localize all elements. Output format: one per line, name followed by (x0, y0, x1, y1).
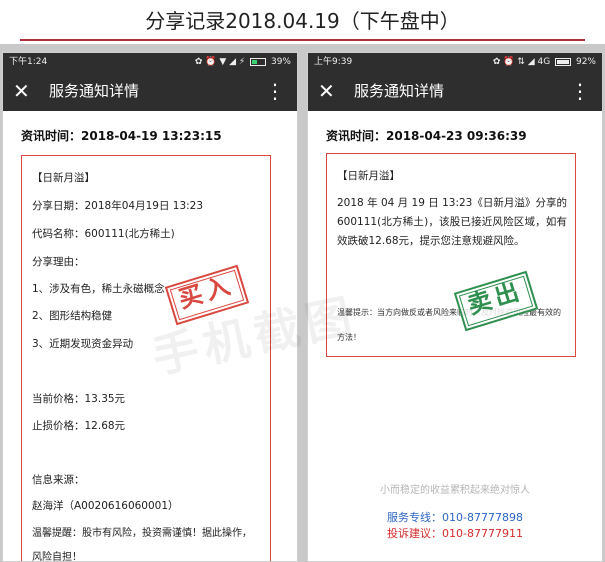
app-toolbar: ✕ 服务通知详情 ⋮ (308, 71, 602, 111)
info-time: 资讯时间：2018-04-19 13:23:15 (21, 129, 222, 143)
status-icons: ✿ ⏰ ▼ ◢ ⚡ 39% (195, 53, 291, 71)
battery-percent: 39% (270, 57, 291, 67)
info-time: 资讯时间：2018-04-23 09:36:39 (326, 129, 527, 143)
source-label: 信息来源： (32, 474, 85, 486)
status-icons: ✿ ⏰ ⇅ ◢ 4G 92% (493, 53, 596, 71)
stop-loss-price: 止损价格：12.68元 (32, 420, 126, 432)
status-bar: 下午1:24 ✿ ⏰ ▼ ◢ ⚡ 39% (3, 53, 297, 71)
source-name: 赵海洋（A0020616060001） (32, 500, 179, 512)
right-phone-screenshot: 上午9:39 ✿ ⏰ ⇅ ◢ 4G 92% ✕ 服务通知详情 ⋮ 资讯时间：20… (307, 52, 603, 562)
complaint-hotline[interactable]: 投诉建议：010-87777911 (308, 525, 602, 541)
status-signal-icons: ✿ ⏰ ⇅ ◢ 4G (492, 57, 551, 67)
app-toolbar: ✕ 服务通知详情 ⋮ (3, 71, 297, 111)
battery-percent: 92% (575, 57, 596, 67)
reason-item-2: 2、图形结构稳健 (32, 310, 113, 322)
footer-slogan: 小而稳定的收益累积起来绝对惊人 (380, 485, 530, 496)
reason-item-1: 1、涉及有色，稀土永磁概念 (32, 283, 165, 295)
more-options-icon[interactable]: ⋮ (570, 79, 590, 103)
notification-card: 【日新月溢】 2018 年 04 月 19 日 13:23《日新月溢》分享的 6… (326, 153, 576, 357)
status-time: 上午9:39 (314, 57, 353, 67)
toolbar-title: 服务通知详情 (49, 82, 140, 100)
battery-icon (555, 57, 572, 66)
service-hotline[interactable]: 服务专线：010-87777898 (308, 509, 602, 525)
card-body: 2018 年 04 月 19 日 13:23《日新月溢》分享的 600111(北… (337, 197, 567, 247)
status-bar: 上午9:39 ✿ ⏰ ⇅ ◢ 4G 92% (308, 53, 602, 71)
status-time: 下午1:24 (9, 57, 48, 67)
card-brand: 【日新月溢】 (32, 172, 95, 184)
card-brand: 【日新月溢】 (337, 170, 400, 182)
close-icon[interactable]: ✕ (13, 79, 30, 103)
title-divider (20, 39, 585, 41)
notification-card: 【日新月溢】 分享日期：2018年04月19日 13:23 代码名称：60011… (21, 155, 271, 562)
more-options-icon[interactable]: ⋮ (265, 79, 285, 103)
left-phone-screenshot: 下午1:24 ✿ ⏰ ▼ ◢ ⚡ 39% ✕ 服务通知详情 ⋮ 资讯时间：201… (2, 52, 298, 562)
current-price: 当前价格：13.35元 (32, 393, 126, 405)
risk-warning-cont: 风险自担！ (32, 552, 82, 562)
page-title: 分享记录2018.04.19（下午盘中） (145, 9, 460, 33)
toolbar-title: 服务通知详情 (354, 82, 445, 100)
stock-code-name: 代码名称：600111(北方稀土) (32, 228, 175, 240)
reason-item-3: 3、近期发现资金异动 (32, 338, 134, 350)
panel-divider (298, 44, 307, 562)
share-date: 分享日期：2018年04月19日 13:23 (32, 200, 204, 212)
risk-warning: 温馨提醒：股市有风险，投资需谨慎！据此操作， (32, 528, 252, 539)
status-signal-icons: ✿ ⏰ ▼ ◢ ⚡ (194, 57, 246, 67)
close-icon[interactable]: ✕ (318, 79, 335, 103)
battery-icon (250, 57, 267, 66)
reason-label: 分享理由： (32, 256, 85, 268)
